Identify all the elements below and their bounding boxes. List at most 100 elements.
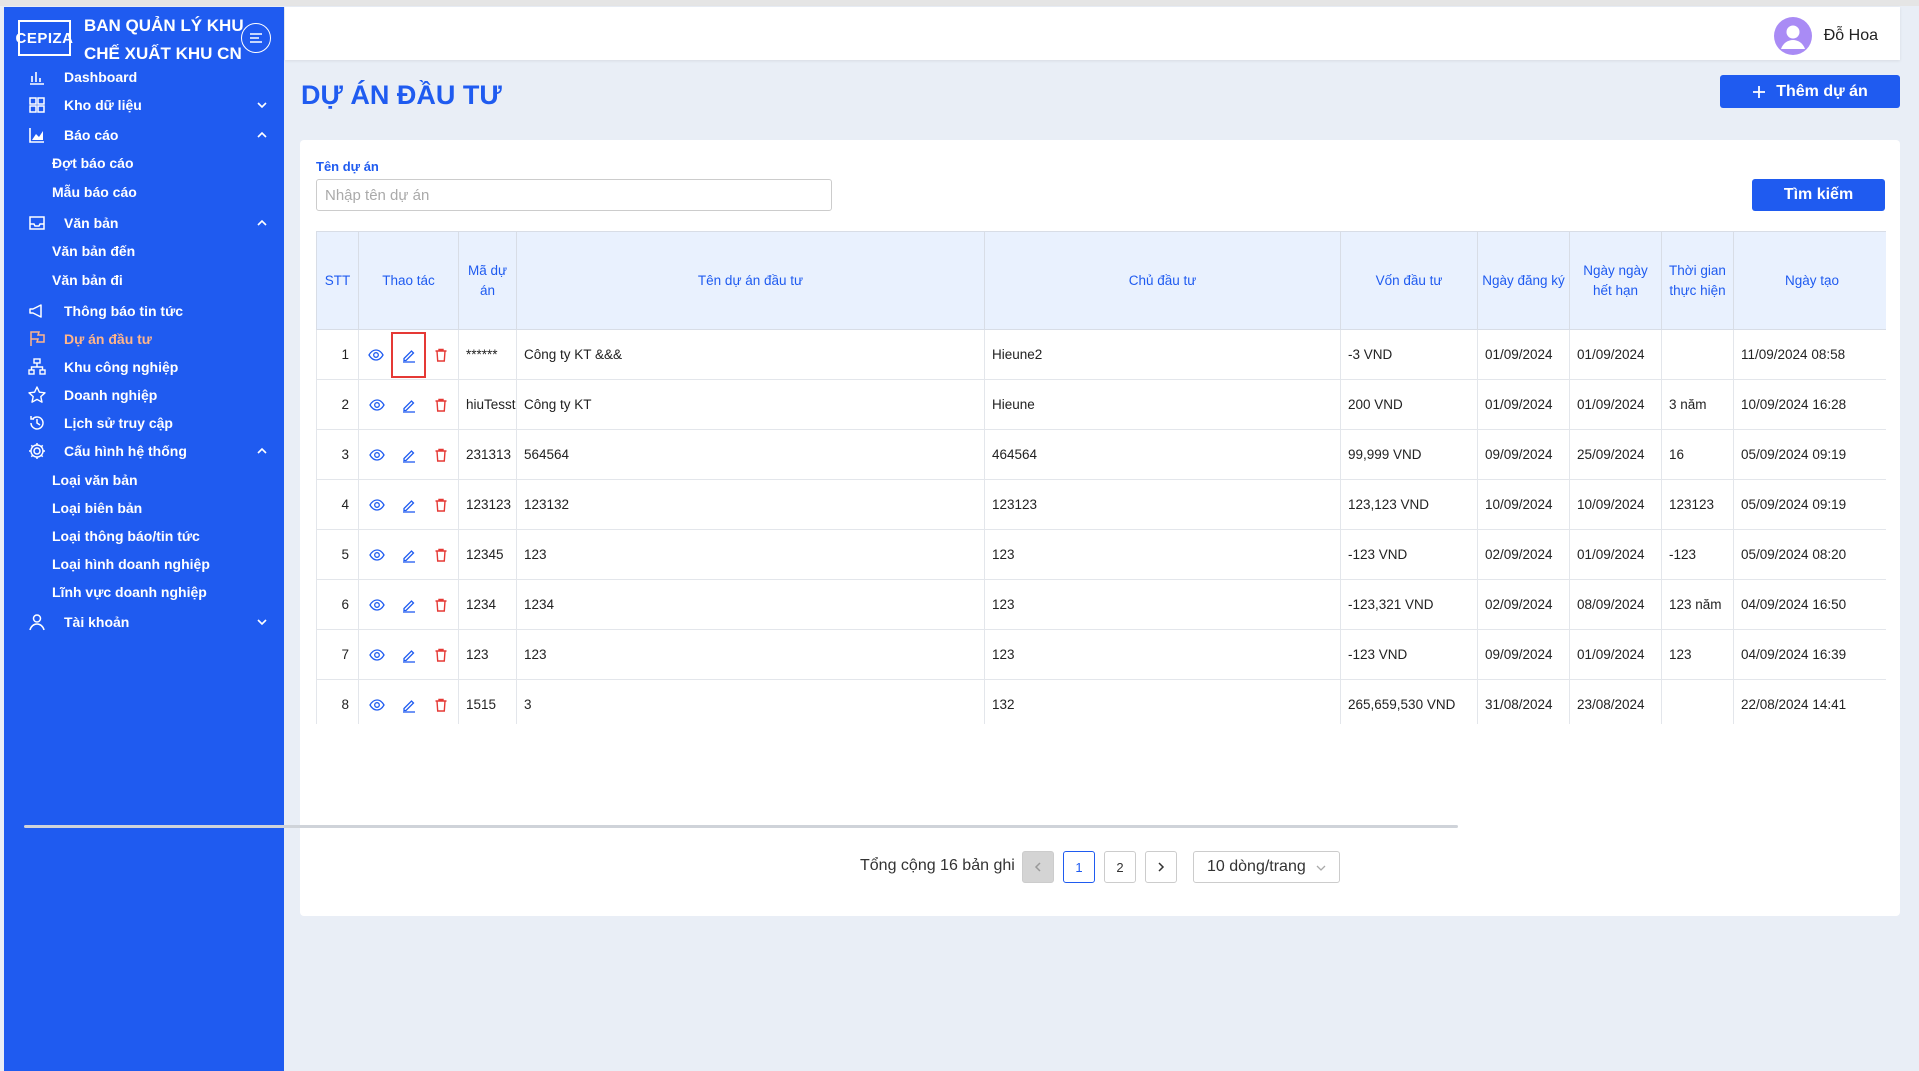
cell-project-name: 3 (516, 679, 985, 724)
chevron-up-icon (257, 219, 267, 226)
page-2-button[interactable]: 2 (1104, 851, 1136, 883)
view-button[interactable] (368, 446, 386, 464)
trash-icon (435, 398, 446, 412)
sidebar-item-cau-hinh-he-thong[interactable]: Cấu hình hệ thống (4, 436, 284, 466)
table-row: 4 123123 123132 123123 123,123 VND 10/09… (316, 479, 1886, 530)
delete-button[interactable] (432, 346, 450, 364)
edit-button[interactable] (400, 546, 418, 564)
user-menu[interactable]: Đỗ Hoa (1773, 17, 1878, 55)
prev-page-button[interactable] (1022, 851, 1054, 883)
column-header-ten-du-an-dau-tu: Tên dự án đầu tư (516, 231, 985, 330)
cell-project-name: Công ty KT &&& (516, 329, 985, 380)
sidebar-item-linh-vuc-doanh-nghiep[interactable]: Lĩnh vực doanh nghiệp (52, 577, 207, 607)
cell-expire-date: 08/09/2024 (1569, 579, 1662, 630)
sidebar-item-loai-bien-ban[interactable]: Loại biên bản (52, 493, 142, 523)
org-icon (28, 358, 46, 375)
cell-actions (358, 329, 459, 380)
view-button[interactable] (368, 696, 386, 714)
sidebar-item-khu-cong-nghiep[interactable]: Khu công nghiệp (4, 352, 284, 382)
sidebar-item-loai-hinh-doanh-nghiep[interactable]: Loại hình doanh nghiệp (52, 549, 210, 579)
view-button[interactable] (368, 496, 386, 514)
trash-icon (435, 648, 446, 662)
horizontal-scrollbar[interactable] (24, 825, 1458, 828)
view-button[interactable] (368, 396, 386, 414)
next-page-button[interactable] (1145, 851, 1177, 883)
cell-register-date: 10/09/2024 (1477, 479, 1570, 530)
sidebar-item-lich-su-truy-cap[interactable]: Lịch sử truy cập (4, 408, 284, 438)
delete-button[interactable] (432, 446, 450, 464)
cell-created-date: 05/09/2024 09:19 (1733, 479, 1886, 530)
edit-button[interactable] (400, 396, 418, 414)
delete-button[interactable] (432, 596, 450, 614)
user-avatar-icon (1780, 25, 1805, 49)
project-name-input[interactable] (316, 179, 832, 211)
sidebar-item-thong-bao-tin-tuc[interactable]: Thông báo tin tức (4, 296, 284, 326)
cell-register-date: 09/09/2024 (1477, 629, 1570, 680)
sidebar-item-kho-du-lieu[interactable]: Kho dữ liệu (4, 90, 284, 120)
grid-icon (29, 97, 45, 113)
delete-button[interactable] (432, 646, 450, 664)
cell-register-date: 09/09/2024 (1477, 429, 1570, 480)
avatar (1773, 17, 1812, 55)
delete-button[interactable] (432, 546, 450, 564)
edit-button[interactable] (400, 696, 418, 714)
cell-project-code: 123 (458, 629, 517, 680)
table-row: 8 1515 3 132 265,659,530 VND 31/08/2024 … (316, 679, 1886, 724)
sidebar-item-dot-bao-cao[interactable]: Đợt báo cáo (52, 148, 134, 178)
cepiza-logo: CEPIZA (16, 20, 73, 56)
cell-expire-date: 01/09/2024 (1569, 329, 1662, 380)
add-project-button[interactable]: Thêm dự án (1720, 75, 1900, 108)
edit-button[interactable] (400, 646, 418, 664)
chevron-left-icon (1034, 862, 1041, 872)
sidebar-item-van-ban-di[interactable]: Văn bản đi (52, 265, 123, 295)
sidebar-item-van-ban-den[interactable]: Văn bản đến (52, 236, 135, 266)
cell-actions (358, 579, 459, 630)
top-header: Đỗ Hoa (285, 7, 1900, 60)
edit-button[interactable] (391, 331, 426, 378)
sidebar-item-loai-thong-bao-tin-tuc[interactable]: Loại thông báo/tin tức (52, 521, 200, 551)
edit-button[interactable] (400, 596, 418, 614)
sidebar-item-bao-cao[interactable]: Báo cáo (4, 120, 284, 150)
menu-toggle-button[interactable] (241, 23, 271, 53)
chevron-down-icon (1316, 865, 1326, 871)
delete-button[interactable] (432, 696, 450, 714)
sidebar-item-loai-van-ban[interactable]: Loại văn bản (52, 465, 138, 495)
browser-top-strip (0, 0, 1919, 6)
page-size-select[interactable]: 10 dòng/trang (1193, 851, 1340, 883)
sidebar-item-dashboard[interactable]: Dashboard (4, 62, 284, 92)
table-header-row: STT Thao tác Mã dự án Tên dự án đầu tư Chủ đ… (316, 231, 1886, 330)
sidebar-item-van-ban[interactable]: Văn bản (4, 208, 284, 238)
delete-button[interactable] (432, 496, 450, 514)
brand-title: BAN QUẢN LÝ KHU CHẾ XUẤT KHU CN (84, 16, 244, 63)
trash-icon (435, 448, 446, 462)
sidebar-item-du-an-dau-tu[interactable]: Dự án đầu tư (4, 324, 284, 354)
view-button[interactable] (368, 546, 386, 564)
cell-project-name: 123 (516, 529, 985, 580)
table-row: 1 ****** Công ty KT &&& Hieune2 -3 VND 0… (316, 329, 1886, 380)
sidebar-item-tai-khoan[interactable]: Tài khoản (4, 607, 284, 637)
pencil-icon (402, 349, 415, 363)
column-header-chu-dau-tu: Chủ đầu tư (984, 231, 1341, 330)
column-header-ma-du-an: Mã dự án (458, 231, 517, 330)
cell-duration (1661, 329, 1734, 380)
cell-expire-date: 01/09/2024 (1569, 629, 1662, 680)
cell-expire-date: 10/09/2024 (1569, 479, 1662, 530)
trash-icon (435, 598, 446, 612)
cell-created-date: 10/09/2024 16:28 (1733, 379, 1886, 430)
search-button[interactable]: Tìm kiếm (1752, 179, 1885, 211)
cell-duration: 123 năm (1661, 579, 1734, 630)
sidebar-item-doanh-nghiep[interactable]: Doanh nghiệp (4, 380, 284, 410)
page-1-button[interactable]: 1 (1063, 851, 1095, 883)
sidebar: CEPIZA BAN QUẢN LÝ KHU CHẾ XUẤT KHU CN D… (4, 7, 284, 1071)
cell-capital: 200 VND (1340, 379, 1478, 430)
sidebar-item-mau-bao-cao[interactable]: Mẫu báo cáo (52, 177, 137, 207)
edit-button[interactable] (400, 496, 418, 514)
view-button[interactable] (368, 646, 386, 664)
cell-capital: -123 VND (1340, 529, 1478, 580)
view-button[interactable] (367, 346, 385, 364)
column-header-von-dau-tu: Vốn đầu tư (1340, 231, 1478, 330)
edit-button[interactable] (400, 446, 418, 464)
eye-icon (368, 498, 385, 511)
delete-button[interactable] (432, 396, 450, 414)
view-button[interactable] (368, 596, 386, 614)
